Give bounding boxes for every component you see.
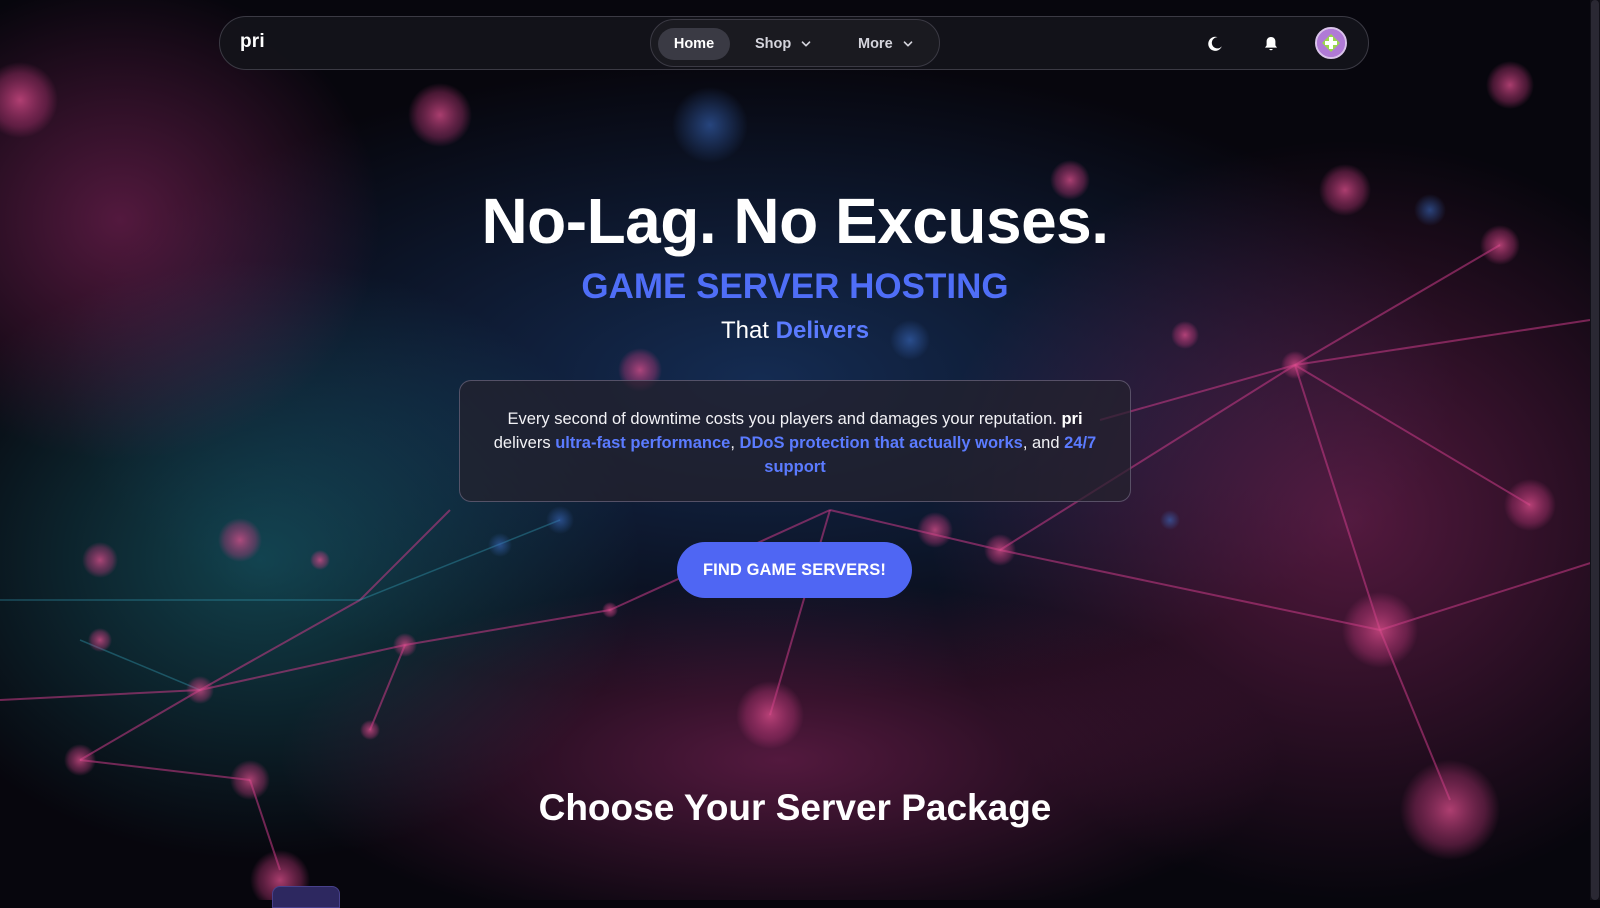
hero-subtitle: GAME SERVER HOSTING bbox=[581, 267, 1009, 306]
hero-description: Every second of downtime costs you playe… bbox=[459, 380, 1131, 502]
scrollbar[interactable] bbox=[1590, 0, 1600, 900]
chevron-down-icon bbox=[801, 41, 811, 47]
chevron-down-icon bbox=[903, 41, 913, 47]
find-game-servers-button[interactable]: FIND GAME SERVERS! bbox=[677, 542, 912, 598]
brand-logo[interactable]: pri bbox=[240, 31, 265, 53]
tagline-highlight: Delivers bbox=[775, 317, 870, 344]
scrollbar-thumb[interactable] bbox=[1591, 0, 1599, 900]
nav-menu: Home Shop More bbox=[650, 19, 940, 67]
hero-title: No-Lag. No Excuses. bbox=[481, 185, 1109, 257]
tagline-prefix: That bbox=[720, 317, 769, 344]
nav-item-shop-label: Shop bbox=[755, 36, 792, 52]
nav-item-home-label: Home bbox=[673, 36, 715, 52]
packages-section-title: Choose Your Server Package bbox=[538, 787, 1052, 828]
moon-icon[interactable] bbox=[1206, 35, 1224, 53]
description-link-performance[interactable]: ultra-fast performance bbox=[555, 434, 730, 452]
avatar-image bbox=[1317, 29, 1345, 57]
description-link-ddos[interactable]: DDoS protection that actually works bbox=[740, 434, 1023, 452]
nav-item-more[interactable]: More bbox=[858, 28, 914, 60]
package-card[interactable] bbox=[272, 886, 340, 908]
nav-item-home[interactable]: Home bbox=[658, 28, 730, 60]
description-separator-2: , and bbox=[1022, 434, 1060, 452]
description-separator-1: , bbox=[730, 434, 735, 452]
description-brand: pri bbox=[1061, 410, 1083, 428]
description-text-2: delivers bbox=[493, 434, 551, 452]
bell-icon[interactable] bbox=[1262, 35, 1280, 53]
nav-item-shop[interactable]: Shop bbox=[755, 28, 812, 60]
nav-item-more-label: More bbox=[858, 36, 893, 52]
description-text-1: Every second of downtime costs you playe… bbox=[507, 410, 1057, 428]
hero-tagline: That Delivers bbox=[0, 317, 1590, 345]
navbar: pri Home Shop More bbox=[219, 16, 1369, 70]
user-avatar[interactable] bbox=[1315, 27, 1347, 59]
